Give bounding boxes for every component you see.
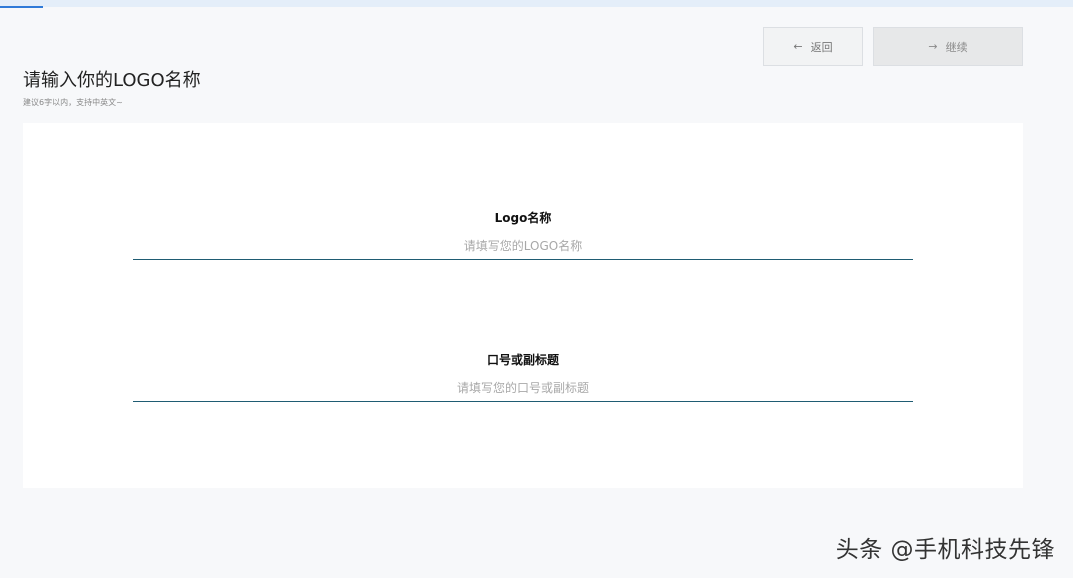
progress-track [0,0,1073,7]
slogan-input[interactable] [133,374,913,402]
logo-name-field: Logo名称 [133,209,913,260]
form-card: Logo名称 口号或副标题 [23,123,1023,488]
slogan-field: 口号或副标题 [133,351,913,402]
progress-bar [0,6,43,8]
slogan-label: 口号或副标题 [486,353,559,367]
logo-name-input[interactable] [133,232,913,260]
back-button[interactable]: ← 返回 [763,27,863,66]
watermark: 头条 @手机科技先锋 [835,537,1055,563]
logo-name-label: Logo名称 [494,211,552,225]
back-button-label: 返回 [810,40,833,54]
continue-button-label: 继续 [945,40,968,54]
continue-button[interactable]: → 继续 [873,27,1023,66]
page-subtitle: 建议6字以内，支持中英文~ [23,98,123,107]
arrow-left-icon: ← [793,40,803,53]
page-title: 请输入你的LOGO名称 [23,70,201,91]
arrow-right-icon: → [928,40,938,53]
